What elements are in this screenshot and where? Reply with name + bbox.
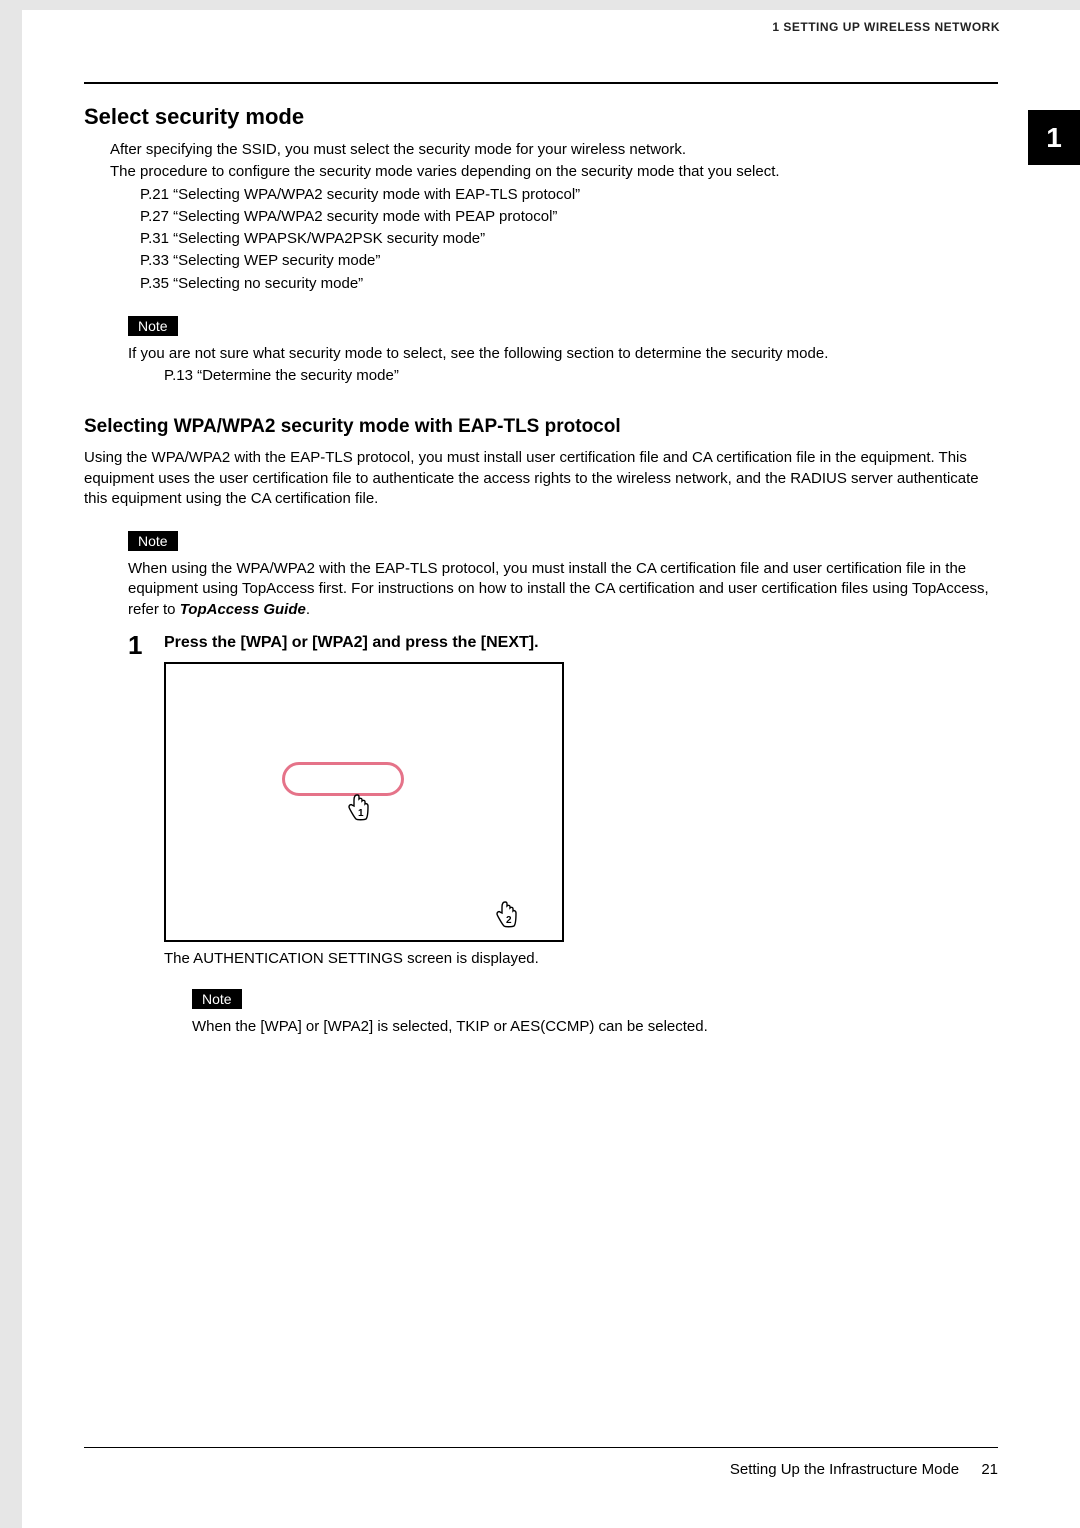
ref-item: P.21 “Selecting WPA/WPA2 security mode w… (140, 185, 998, 205)
figure-caption: The AUTHENTICATION SETTINGS screen is di… (164, 950, 998, 967)
intro-line-1: After specifying the SSID, you must sele… (110, 140, 998, 160)
note-body: If you are not sure what security mode t… (128, 344, 998, 364)
main-content: Select security mode After specifying th… (84, 82, 998, 1039)
note-body: When the [WPA] or [WPA2] is selected, TK… (192, 1017, 998, 1037)
page-edge-top (0, 0, 1080, 10)
step-title: Press the [WPA] or [WPA2] and press the … (164, 634, 998, 652)
footer-page-number: 21 (981, 1461, 998, 1478)
svg-text:1: 1 (358, 808, 364, 819)
guide-reference: TopAccess Guide (180, 601, 306, 618)
figure-screen: 1 2 (164, 662, 564, 942)
subsection-body: Using the WPA/WPA2 with the EAP-TLS prot… (84, 448, 998, 509)
ref-item: P.27 “Selecting WPA/WPA2 security mode w… (140, 207, 998, 227)
ref-item: P.31 “Selecting WPAPSK/WPA2PSK security … (140, 229, 998, 249)
note-badge: Note (128, 316, 178, 336)
pointer-1-icon: 1 (348, 792, 374, 822)
note-suffix: . (306, 601, 310, 618)
footer-rule (84, 1447, 998, 1448)
note-badge: Note (192, 989, 242, 1009)
page-edge-left (0, 0, 22, 1528)
highlight-wpa-button (282, 762, 404, 796)
pointer-2-icon: 2 (496, 899, 522, 929)
step-1: 1 Press the [WPA] or [WPA2] and press th… (128, 632, 998, 1039)
step-number: 1 (128, 632, 164, 1039)
svg-text:2: 2 (506, 915, 512, 926)
intro-line-2: The procedure to configure the security … (110, 162, 998, 182)
note-badge: Note (128, 531, 178, 551)
subsection-heading: Selecting WPA/WPA2 security mode with EA… (84, 416, 998, 438)
chapter-tab: 1 (1028, 110, 1080, 165)
section-heading: Select security mode (84, 104, 998, 130)
note-body: When using the WPA/WPA2 with the EAP-TLS… (128, 559, 998, 620)
ref-item: P.33 “Selecting WEP security mode” (140, 251, 998, 271)
footer: Setting Up the Infrastructure Mode 21 (730, 1461, 998, 1478)
running-header: 1 SETTING UP WIRELESS NETWORK (772, 20, 1000, 34)
ref-item: P.35 “Selecting no security mode” (140, 274, 998, 294)
footer-section-title: Setting Up the Infrastructure Mode (730, 1461, 959, 1478)
note-ref: P.13 “Determine the security mode” (164, 366, 998, 386)
